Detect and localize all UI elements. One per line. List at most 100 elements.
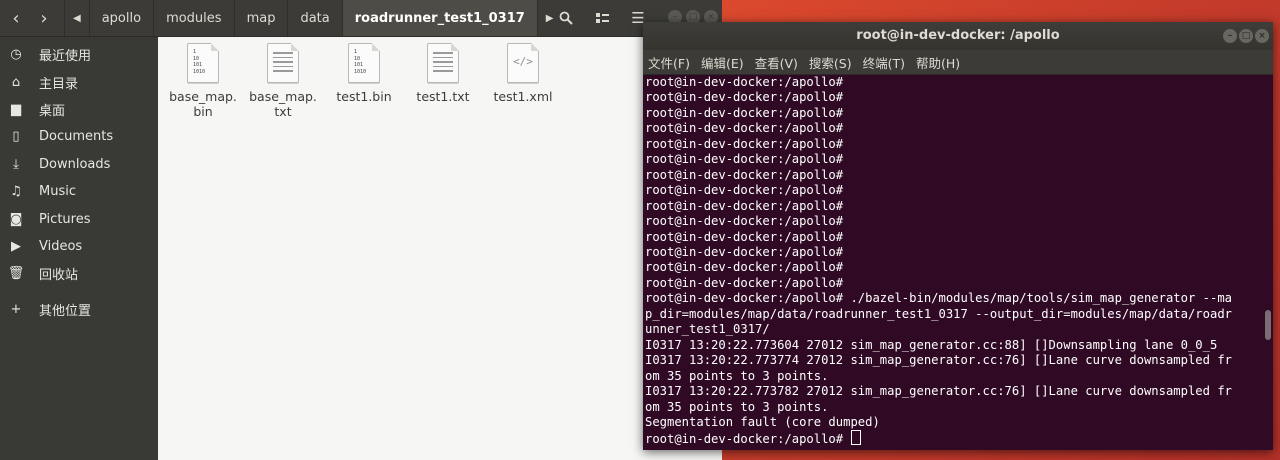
- sidebar-item-label: 最近使用: [39, 49, 92, 65]
- forward-button[interactable]: ›: [30, 0, 58, 36]
- breadcrumb-apollo[interactable]: apollo: [88, 0, 153, 36]
- terminal-scrollbar[interactable]: [1264, 80, 1271, 446]
- video-icon: ▶: [11, 238, 21, 254]
- file-item[interactable]: base_map. txt: [243, 43, 323, 119]
- search-button[interactable]: [550, 3, 582, 33]
- file-item[interactable]: test1.txt: [403, 43, 483, 104]
- clock-icon: ◷: [10, 47, 22, 63]
- menu-file[interactable]: 文件(F): [648, 53, 690, 72]
- terminal-line: p_dir=modules/map/data/roadrunner_test1_…: [645, 306, 1232, 321]
- folder-icon: ▆: [11, 101, 21, 117]
- binary-file-icon: 1 10 101 1010: [187, 43, 219, 83]
- close-button[interactable]: ×: [1255, 29, 1269, 43]
- menu-view[interactable]: 查看(V): [755, 53, 798, 72]
- sidebar-item-documents[interactable]: ▯ Documents: [0, 123, 158, 150]
- camera-icon: ◙: [9, 211, 23, 227]
- plus-icon: +: [10, 301, 22, 317]
- terminal-prompt-line[interactable]: root@in-dev-docker:/apollo#: [645, 430, 1257, 447]
- terminal-output[interactable]: root@in-dev-docker:/apollo# root@in-dev-d…: [645, 75, 1257, 450]
- maximize-button[interactable]: □: [1239, 29, 1253, 43]
- terminal-line: Segmentation fault (core dumped): [645, 414, 880, 429]
- terminal-line: root@in-dev-docker:/apollo#: [645, 105, 844, 120]
- terminal-line: I0317 13:20:22.773774 27012 sim_map_gene…: [645, 353, 1232, 368]
- sidebar-item-desktop[interactable]: ▆ 桌面: [0, 96, 158, 123]
- terminal-line: root@in-dev-docker:/apollo#: [645, 244, 844, 259]
- terminal-line: root@in-dev-docker:/apollo# ./bazel-bin/…: [645, 291, 1232, 306]
- sidebar-item-pictures[interactable]: ◙ Pictures: [0, 205, 158, 232]
- terminal-titlebar[interactable]: root@in-dev-docker: /apollo – □ ×: [643, 22, 1273, 50]
- file-item[interactable]: </> test1.xml: [483, 43, 563, 104]
- file-name: test1.bin: [336, 89, 392, 104]
- terminal-prompt: root@in-dev-docker:/apollo#: [645, 432, 851, 447]
- sidebar-item-other-locations[interactable]: + 其他位置: [0, 296, 158, 323]
- sidebar-item-music[interactable]: ♫ Music: [0, 178, 158, 205]
- breadcrumb-data[interactable]: data: [287, 0, 341, 36]
- sidebar-item-label: 回收站: [39, 268, 79, 284]
- terminal-line: root@in-dev-docker:/apollo#: [645, 75, 844, 89]
- triangle-left-icon: ◀: [73, 12, 81, 24]
- terminal-line: root@in-dev-docker:/apollo#: [645, 260, 844, 275]
- sidebar-item-label: Downloads: [39, 156, 111, 172]
- sidebar-item-downloads[interactable]: ⤓ Downloads: [0, 151, 158, 178]
- view-options-button[interactable]: [586, 3, 618, 33]
- chevron-right-icon: ›: [40, 7, 48, 29]
- binary-file-icon: 1 10 101 1010: [348, 43, 380, 83]
- terminal-line: root@in-dev-docker:/apollo#: [645, 136, 844, 151]
- terminal-line: root@in-dev-docker:/apollo#: [645, 167, 844, 182]
- sidebar-item-recent[interactable]: ◷ 最近使用: [0, 41, 158, 68]
- menu-edit[interactable]: 编辑(E): [701, 53, 744, 72]
- menu-help[interactable]: 帮助(H): [916, 53, 960, 72]
- file-view: 1 10 101 1010 base_map. bin base_map. txt …: [158, 37, 722, 460]
- file-name: base_map. bin: [169, 89, 237, 119]
- terminal-line: root@in-dev-docker:/apollo#: [645, 214, 844, 229]
- terminal-line: root@in-dev-docker:/apollo#: [645, 90, 844, 105]
- sidebar-item-label: 桌面: [39, 103, 66, 119]
- file-name: base_map. txt: [249, 89, 317, 119]
- breadcrumb-scroll-left[interactable]: ◀: [64, 0, 89, 36]
- grid-view-icon: [595, 13, 609, 23]
- trash-icon: 🗑: [7, 266, 25, 282]
- sidebar-item-videos[interactable]: ▶ Videos: [0, 233, 158, 260]
- file-name: test1.xml: [493, 89, 553, 104]
- breadcrumb-current-folder[interactable]: roadrunner_test1_0317: [341, 0, 537, 36]
- menu-terminal[interactable]: 终端(T): [863, 53, 905, 72]
- menu-search[interactable]: 搜索(S): [809, 53, 852, 72]
- terminal-line: unner_test1_0317/: [645, 322, 770, 337]
- terminal-line: root@in-dev-docker:/apollo#: [645, 121, 844, 136]
- document-icon: ▯: [12, 129, 20, 145]
- terminal-line: root@in-dev-docker:/apollo#: [645, 275, 844, 290]
- sidebar-item-label: Pictures: [39, 211, 91, 227]
- breadcrumb-modules[interactable]: modules: [153, 0, 234, 36]
- sidebar-item-label: Music: [39, 184, 76, 200]
- file-manager-window: ‹ › ◀ apollo modules map data roadrunner…: [0, 0, 722, 460]
- sidebar-item-trash[interactable]: 🗑 回收站: [0, 260, 158, 287]
- chevron-left-icon: ‹: [12, 7, 20, 29]
- file-item[interactable]: 1 10 101 1010 base_map. bin: [163, 43, 243, 119]
- sidebar-item-label: 主目录: [39, 76, 79, 92]
- scrollbar-thumb[interactable]: [1265, 310, 1271, 340]
- terminal-line: root@in-dev-docker:/apollo#: [645, 183, 844, 198]
- search-icon: [559, 11, 573, 25]
- minimize-button[interactable]: –: [1223, 29, 1237, 43]
- terminal-line: I0317 13:20:22.773782 27012 sim_map_gene…: [645, 384, 1232, 399]
- sidebar-item-home[interactable]: ⌂ 主目录: [0, 68, 158, 95]
- sidebar-item-label: Documents: [39, 129, 114, 145]
- music-icon: ♫: [10, 184, 22, 200]
- terminal-line: om 35 points to 3 points.: [645, 399, 829, 414]
- back-button[interactable]: ‹: [2, 0, 30, 36]
- text-file-icon: [267, 43, 299, 83]
- terminal-window: root@in-dev-docker: /apollo – □ × 文件(F) …: [643, 22, 1273, 450]
- window-title: root@in-dev-docker: /apollo: [856, 28, 1060, 43]
- sidebar-item-label: 其他位置: [39, 303, 92, 319]
- download-icon: ⤓: [13, 156, 19, 172]
- terminal-line: root@in-dev-docker:/apollo#: [645, 229, 844, 244]
- terminal-menubar: 文件(F) 编辑(E) 查看(V) 搜索(S) 终端(T) 帮助(H): [643, 50, 1273, 75]
- breadcrumb-map[interactable]: map: [233, 0, 288, 36]
- sidebar-item-label: Videos: [39, 238, 83, 254]
- file-item[interactable]: 1 10 101 1010 test1.bin: [324, 43, 404, 104]
- text-file-icon: [427, 43, 459, 83]
- terminal-line: root@in-dev-docker:/apollo#: [645, 152, 844, 167]
- file-name: test1.txt: [416, 89, 470, 104]
- breadcrumb: ◀ apollo modules map data roadrunner_tes…: [64, 0, 562, 36]
- headerbar: ‹ › ◀ apollo modules map data roadrunner…: [0, 0, 722, 37]
